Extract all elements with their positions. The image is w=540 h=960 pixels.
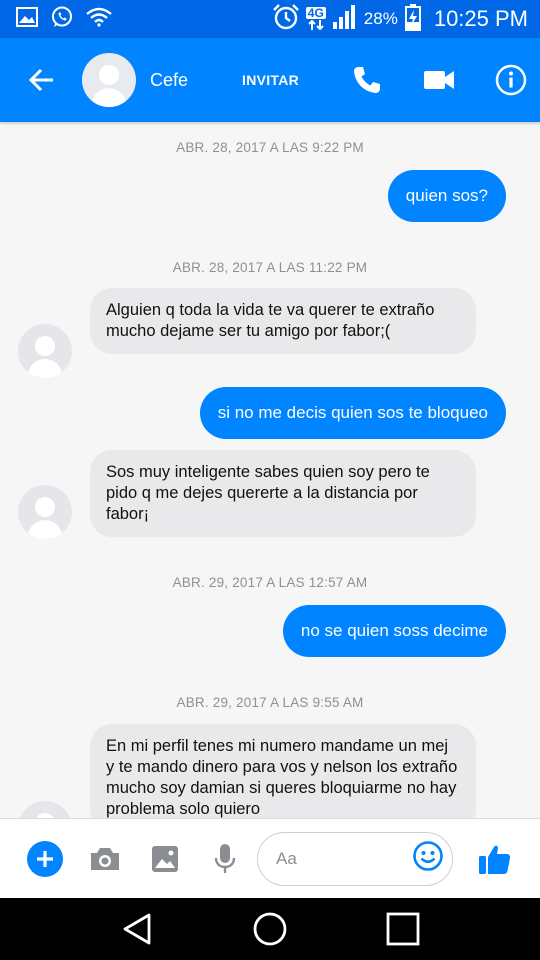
- camera-icon[interactable]: [85, 839, 125, 879]
- image-icon[interactable]: [145, 839, 185, 879]
- message-input-box[interactable]: [257, 831, 453, 886]
- contact-avatar[interactable]: [82, 53, 136, 107]
- thumbs-up-icon[interactable]: [475, 839, 515, 879]
- signal-strength-icon: [332, 4, 358, 35]
- message-composer: [0, 818, 540, 898]
- outgoing-message[interactable]: no se quien soss decime: [282, 605, 506, 657]
- message-input[interactable]: [276, 848, 396, 869]
- whatsapp-notification-icon: [50, 5, 74, 34]
- message-thread[interactable]: ABR. 28, 2017 A LAS 9:22 PM quien sos? A…: [0, 122, 540, 818]
- outgoing-message[interactable]: quien sos?: [387, 170, 506, 222]
- back-triangle-icon[interactable]: [115, 907, 159, 951]
- incoming-message[interactable]: En mi perfil tenes mi numero mandame un …: [90, 724, 476, 818]
- sender-avatar[interactable]: [18, 801, 72, 818]
- phone-icon[interactable]: [347, 60, 387, 100]
- wifi-notification-icon: [86, 7, 112, 32]
- outgoing-message[interactable]: si no me decis quien sos te bloqueo: [199, 387, 506, 439]
- microphone-icon[interactable]: [205, 839, 245, 879]
- status-bar: 4G 28% 10:25 PM: [0, 0, 540, 38]
- contact-name[interactable]: Cefe: [150, 70, 210, 91]
- sender-avatar[interactable]: [18, 324, 72, 378]
- timestamp: ABR. 29, 2017 A LAS 12:57 AM: [172, 575, 368, 590]
- clock: 10:25 PM: [433, 6, 528, 31]
- timestamp: ABR. 28, 2017 A LAS 9:22 PM: [176, 140, 364, 155]
- gallery-notification-icon: [16, 6, 38, 32]
- battery-charging-icon: [404, 3, 422, 36]
- incoming-message[interactable]: Alguien q toda la vida te va querer te e…: [90, 288, 476, 354]
- system-navigation-bar: [0, 898, 540, 960]
- battery-percent: 28%: [363, 9, 398, 28]
- alarm-icon: [272, 3, 300, 36]
- recents-square-icon[interactable]: [381, 907, 425, 951]
- video-camera-icon[interactable]: [419, 60, 459, 100]
- back-arrow-icon[interactable]: [24, 62, 60, 98]
- emoji-icon[interactable]: [412, 840, 444, 877]
- timestamp: ABR. 28, 2017 A LAS 11:22 PM: [172, 260, 368, 275]
- invite-button[interactable]: INVITAR: [242, 72, 299, 88]
- network-type-icon: 4G: [305, 7, 326, 31]
- info-icon[interactable]: [491, 60, 531, 100]
- conversation-header: Cefe INVITAR: [0, 38, 540, 122]
- sender-avatar[interactable]: [18, 485, 72, 539]
- plus-icon[interactable]: [27, 840, 63, 877]
- incoming-message[interactable]: Sos muy inteligente sabes quien soy pero…: [90, 450, 476, 537]
- timestamp: ABR. 29, 2017 A LAS 9:55 AM: [176, 695, 364, 710]
- home-circle-icon[interactable]: [248, 907, 292, 951]
